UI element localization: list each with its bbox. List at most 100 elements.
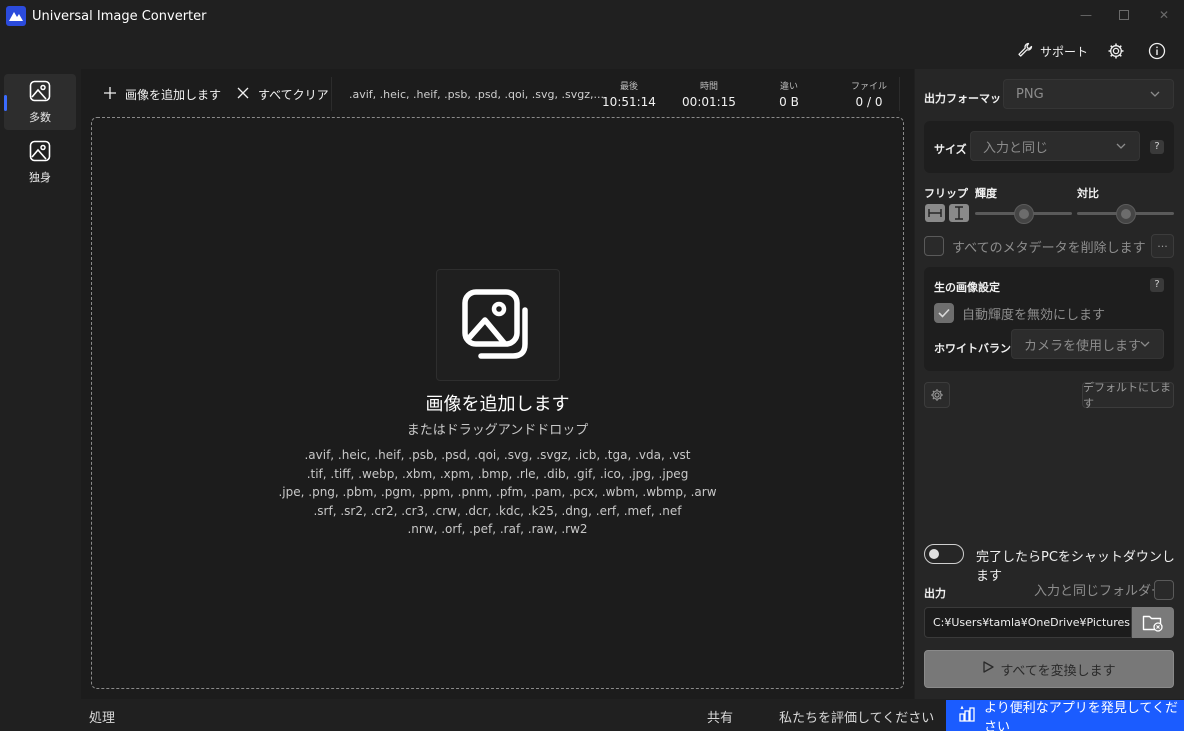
format-line: .nrw, .orf, .pef, .raf, .raw, .rw2 [407, 522, 588, 536]
discover-apps-button[interactable]: より便利なアプリを発見してください [946, 700, 1184, 731]
app-title: Universal Image Converter [32, 9, 207, 24]
rate-us-link[interactable]: 私たちを評価してください [779, 707, 934, 726]
stat-value: 10:51:14 [602, 95, 656, 109]
shutdown-toggle[interactable] [924, 544, 964, 564]
stat-value: 0 B [779, 95, 799, 109]
image-icon [29, 140, 51, 165]
app-window: Universal Image Converter — ✕ サポート 多数 独身… [0, 0, 1184, 731]
main-area: 画像を追加します すべてクリア .avif, .heic, .heif, .ps… [81, 69, 914, 699]
size-label: サイズ [934, 143, 967, 156]
add-images-button[interactable]: 画像を追加します [103, 85, 221, 103]
discover-apps-label: より便利なアプリを発見してください [984, 700, 1178, 731]
play-icon [982, 661, 994, 677]
settings-panel: 出力フォーマット PNG サイズ 入力と同じ ? フリップ 輝度 対比 すべての… [915, 69, 1184, 699]
output-path-field[interactable]: C:¥Users¥tamla¥OneDrive¥Pictures [924, 607, 1132, 638]
apps-icon [958, 705, 976, 727]
remove-metadata-checkbox[interactable] [924, 236, 944, 256]
sidebar-item-multiple[interactable]: 多数 [4, 74, 76, 130]
raw-settings-title: 生の画像設定 [934, 281, 1000, 294]
add-images-label: 画像を追加します [125, 87, 222, 102]
share-link[interactable]: 共有 [707, 707, 733, 726]
brightness-label: 輝度 [975, 187, 997, 200]
stat-label: ファイル [850, 82, 887, 92]
minimize-icon[interactable]: — [1075, 6, 1097, 24]
stat-last: 最後 10:51:14 [589, 79, 669, 109]
drop-zone[interactable]: 画像を追加します またはドラッグアンドドロップ .avif, .heic, .h… [91, 117, 904, 689]
chevron-down-icon [1149, 88, 1161, 104]
sidebar-item-label: 多数 [29, 110, 51, 124]
drop-title: 画像を追加します [425, 394, 570, 415]
plus-icon [103, 86, 117, 103]
info-icon[interactable] [1144, 38, 1170, 64]
stat-label: 最後 [619, 82, 638, 92]
disable-auto-brightness-checkbox[interactable] [934, 303, 954, 323]
toolbar-divider [899, 77, 900, 111]
brightness-slider-handle[interactable] [1014, 204, 1034, 224]
chevron-down-icon [1139, 338, 1151, 354]
settings-gear-icon[interactable] [1103, 38, 1129, 64]
close-icon[interactable]: ✕ [1153, 6, 1175, 24]
sidebar-item-single[interactable]: 独身 [4, 134, 76, 190]
reset-default-button[interactable]: デフォルトにします [1082, 381, 1174, 410]
x-icon [236, 86, 250, 103]
add-image-icon[interactable] [436, 269, 560, 381]
white-balance-label: ホワイトバランス [934, 342, 1022, 355]
active-indicator [4, 95, 7, 111]
raw-settings-card: 生の画像設定 ? 自動輝度を無効にします ホワイトバランス カメラを使用します [924, 267, 1174, 371]
flip-vertical-icon[interactable] [949, 204, 969, 222]
output-label: 出力 [924, 587, 946, 600]
contrast-label: 対比 [1077, 187, 1099, 200]
remove-metadata-label: すべてのメタデータを削除します [952, 241, 1146, 256]
white-balance-value: カメラを使用します [1024, 338, 1142, 354]
size-select[interactable]: 入力と同じ [970, 131, 1140, 161]
stat-time: 時間 00:01:15 [669, 79, 749, 109]
stat-difference: 違い 0 B [749, 79, 829, 109]
chevron-down-icon [1115, 140, 1127, 156]
sidebar-item-label: 独身 [29, 170, 51, 184]
toggle-knob [929, 549, 939, 559]
flip-horizontal-icon[interactable] [925, 204, 945, 222]
same-folder-label: 入力と同じフォルダー [1034, 584, 1165, 599]
raw-help-icon[interactable]: ? [1150, 278, 1164, 292]
multi-image-icon [29, 80, 51, 105]
output-format-value: PNG [1016, 86, 1044, 102]
browse-folder-icon[interactable] [1132, 607, 1174, 638]
format-line: .srf, .sr2, .cr2, .cr3, .crw, .dcr, .kdc… [313, 503, 682, 518]
contrast-slider-handle[interactable] [1116, 204, 1136, 224]
advanced-settings-gear-icon[interactable] [924, 382, 950, 408]
stat-value: 00:01:15 [682, 95, 736, 109]
stat-files: ファイル 0 / 0 [829, 79, 909, 109]
stat-label: 時間 [699, 82, 718, 92]
supported-formats-list: .avif, .heic, .heif, .psb, .psd, .qoi, .… [92, 446, 903, 539]
drop-subtitle: またはドラッグアンドドロップ [406, 423, 589, 438]
size-card: サイズ 入力と同じ ? [924, 121, 1174, 173]
clear-all-label: すべてクリア [258, 87, 329, 102]
convert-all-button[interactable]: すべてを変換します [924, 650, 1174, 688]
flip-label: フリップ [924, 187, 968, 200]
support-button[interactable]: サポート [1016, 38, 1088, 64]
process-label: 処理 [89, 711, 116, 726]
size-value: 入力と同じ [983, 140, 1049, 156]
format-line: .tif, .tiff, .webp, .xbm, .xpm, .bmp, .r… [306, 466, 689, 481]
wrench-icon [1016, 41, 1034, 62]
format-line: .jpe, .png, .pbm, .pgm, .ppm, .pnm, .pfm… [278, 485, 717, 499]
supported-formats-summary: .avif, .heic, .heif, .psb, .psd, .qoi, .… [349, 88, 604, 101]
more-options-button[interactable]: ··· [1151, 234, 1174, 258]
app-logo-icon [6, 6, 26, 26]
size-help-icon[interactable]: ? [1150, 140, 1164, 154]
stat-value: 0 / 0 [855, 95, 883, 109]
sidebar: 多数 独身 [0, 70, 80, 700]
white-balance-select[interactable]: カメラを使用します [1011, 329, 1164, 359]
output-format-label: 出力フォーマット [924, 92, 1012, 105]
convert-all-label: すべてを変換します [1000, 663, 1116, 679]
clear-all-button[interactable]: すべてクリア [236, 85, 329, 103]
same-folder-checkbox[interactable] [1154, 580, 1174, 600]
shutdown-label: 完了したらPCをシャットダウンします [976, 550, 1175, 584]
output-format-select[interactable]: PNG [1003, 79, 1174, 109]
format-line: .avif, .heic, .heif, .psb, .psd, .qoi, .… [304, 448, 691, 462]
maximize-icon[interactable] [1113, 6, 1135, 24]
title-bar: Universal Image Converter — ✕ [0, 0, 1184, 34]
toolbar-divider [331, 77, 332, 111]
support-label: サポート [1040, 44, 1089, 59]
disable-auto-brightness-label: 自動輝度を無効にします [962, 308, 1106, 323]
